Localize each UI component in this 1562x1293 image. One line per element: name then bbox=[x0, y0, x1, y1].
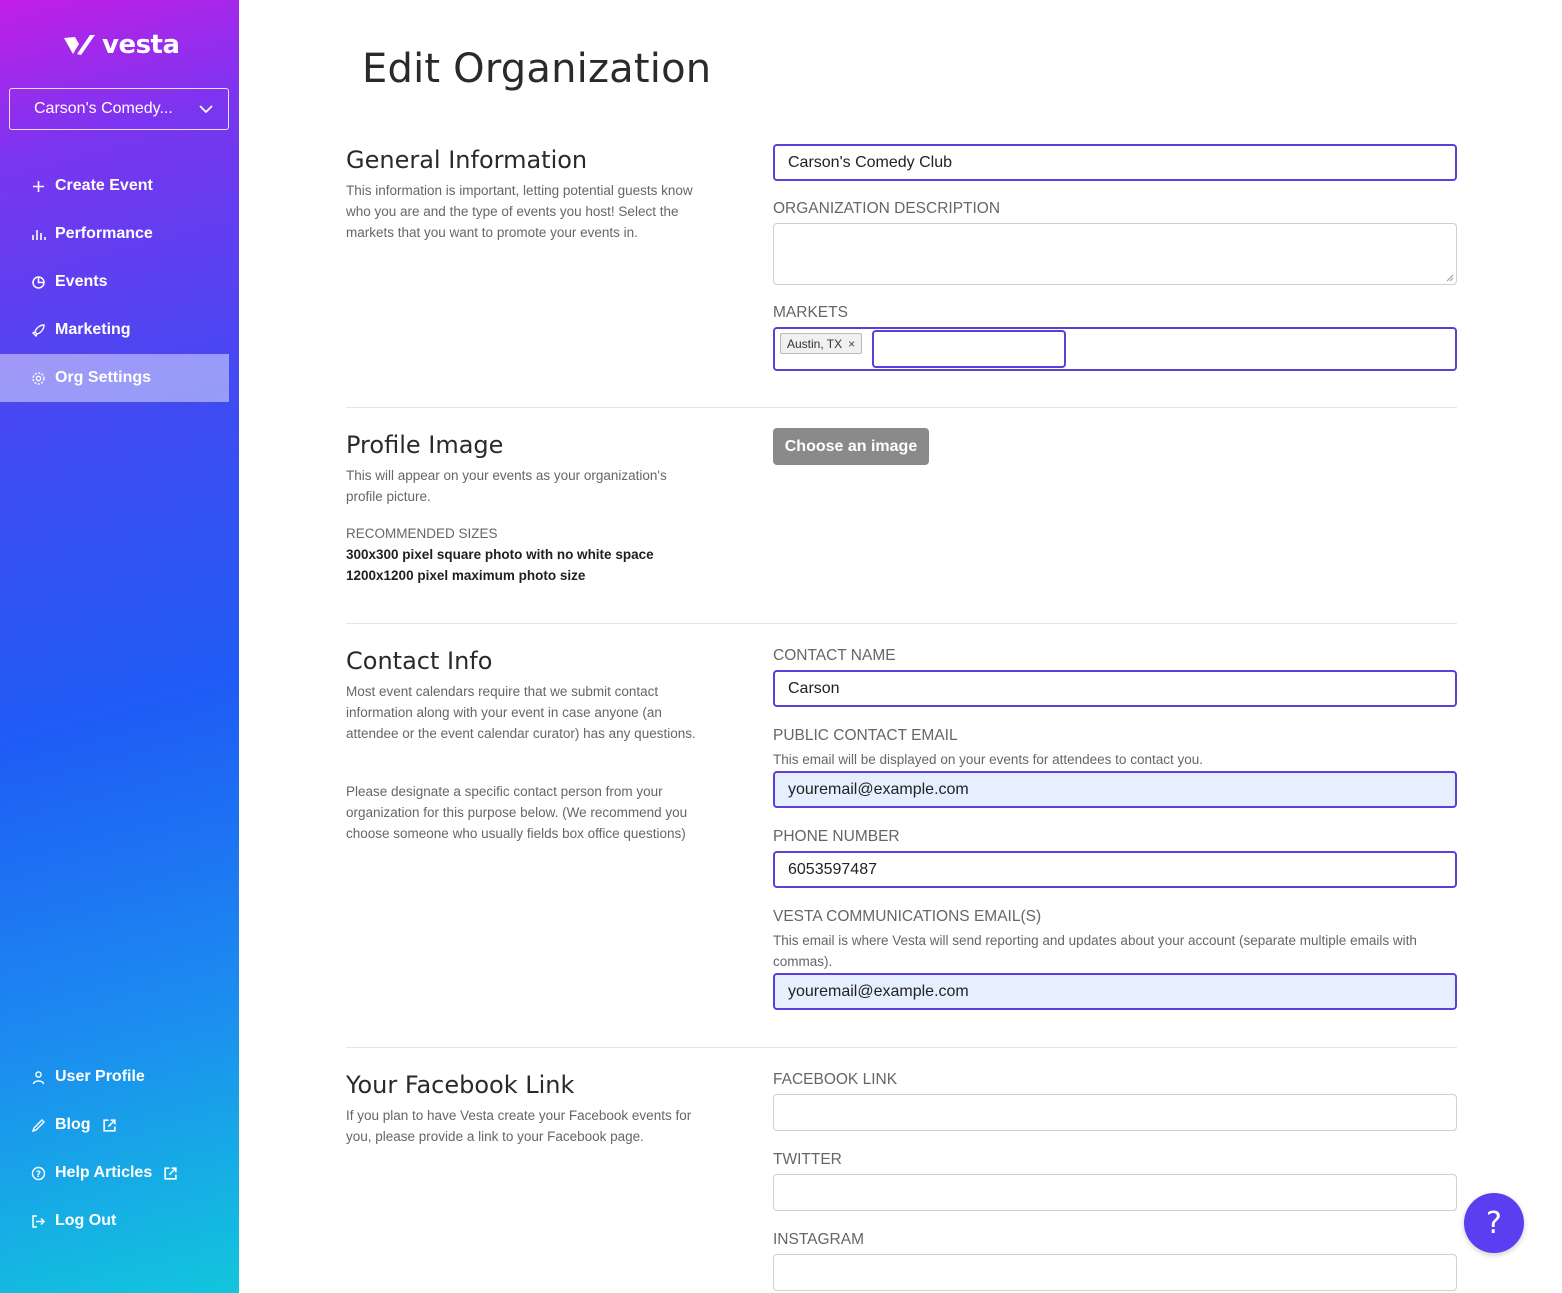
profile-image-description: This will appear on your events as your … bbox=[346, 468, 667, 504]
sidebar: vesta Carson's Comedy... Create Event Pe… bbox=[0, 0, 239, 1293]
recommended-size-line: 300x300 pixel square photo with no white… bbox=[346, 547, 654, 562]
nav-user-profile-label: User Profile bbox=[55, 1068, 145, 1085]
instagram-label: INSTAGRAM bbox=[773, 1231, 864, 1248]
profile-image-title: Profile Image bbox=[346, 431, 504, 459]
resize-grip-icon[interactable] bbox=[1446, 274, 1454, 282]
vesta-email-help: This email is where Vesta will send repo… bbox=[773, 933, 1417, 969]
contact-name-value: Carson bbox=[788, 679, 840, 697]
logo-text: vesta bbox=[102, 30, 180, 60]
contact-info-description: Most event calendars require that we sub… bbox=[346, 684, 696, 741]
vesta-email-value: youremail@example.com bbox=[788, 982, 969, 1000]
svg-text:?: ? bbox=[36, 1169, 41, 1179]
facebook-section-title: Your Facebook Link bbox=[346, 1071, 575, 1099]
organization-selector-label: Carson's Comedy... bbox=[34, 100, 173, 117]
public-email-input[interactable]: youremail@example.com bbox=[773, 771, 1457, 808]
page-title: Edit Organization bbox=[362, 46, 712, 92]
public-email-label: PUBLIC CONTACT EMAIL bbox=[773, 727, 958, 744]
chevron-down-icon bbox=[199, 105, 213, 114]
markets-tag-input[interactable]: Austin, TX × bbox=[773, 327, 1457, 371]
vesta-email-input[interactable]: youremail@example.com bbox=[773, 973, 1457, 1010]
instagram-input[interactable] bbox=[773, 1254, 1457, 1291]
section-divider bbox=[346, 1047, 1457, 1048]
nav-blog[interactable]: Blog bbox=[0, 1101, 239, 1149]
contact-name-label: CONTACT NAME bbox=[773, 647, 896, 664]
main-nav: Create Event Performance Events Marketin… bbox=[0, 162, 239, 402]
rocket-icon bbox=[31, 323, 45, 337]
section-divider bbox=[346, 623, 1457, 624]
user-icon bbox=[32, 1070, 45, 1084]
nav-org-settings[interactable]: Org Settings bbox=[0, 354, 229, 402]
tag-remove-icon[interactable]: × bbox=[848, 337, 855, 351]
nav-events[interactable]: Events bbox=[0, 258, 239, 306]
external-link-icon bbox=[102, 1118, 116, 1132]
vesta-logo[interactable]: vesta bbox=[62, 30, 180, 60]
nav-create-event[interactable]: Create Event bbox=[0, 162, 239, 210]
facebook-link-label: FACEBOOK LINK bbox=[773, 1071, 898, 1088]
markets-label: MARKETS bbox=[773, 304, 848, 321]
facebook-link-input[interactable] bbox=[773, 1094, 1457, 1131]
choose-image-button[interactable]: Choose an image bbox=[773, 428, 929, 465]
help-circle-icon: ? bbox=[31, 1166, 46, 1180]
nav-blog-label: Blog bbox=[55, 1116, 91, 1133]
org-description-textarea[interactable] bbox=[773, 223, 1457, 285]
secondary-nav: User Profile Blog ? Help Articles Log Ou… bbox=[0, 1053, 239, 1245]
pen-icon bbox=[31, 1118, 45, 1132]
org-description-label: ORGANIZATION DESCRIPTION bbox=[773, 200, 1001, 217]
main-content: Edit Organization General Information Th… bbox=[239, 0, 1562, 1293]
market-tag: Austin, TX × bbox=[780, 333, 863, 354]
organization-name-value: Carson's Comedy Club bbox=[788, 153, 953, 171]
help-chat-button[interactable]: ? bbox=[1464, 1193, 1524, 1253]
section-divider bbox=[346, 407, 1457, 408]
contact-info-description-2: Please designate a specific contact pers… bbox=[346, 784, 688, 841]
nav-log-out-label: Log Out bbox=[55, 1212, 117, 1229]
nav-marketing[interactable]: Marketing bbox=[0, 306, 239, 354]
logout-icon bbox=[32, 1214, 46, 1228]
bar-chart-icon bbox=[32, 229, 46, 240]
nav-performance[interactable]: Performance bbox=[0, 210, 239, 258]
general-info-description: This information is important, letting p… bbox=[346, 183, 693, 240]
question-mark-icon: ? bbox=[1486, 1205, 1502, 1241]
contact-info-title: Contact Info bbox=[346, 647, 493, 675]
pie-chart-icon bbox=[32, 275, 45, 289]
nav-user-profile[interactable]: User Profile bbox=[0, 1053, 239, 1101]
recommended-sizes-label: RECOMMENDED SIZES bbox=[346, 526, 498, 541]
organization-selector[interactable]: Carson's Comedy... bbox=[9, 88, 229, 130]
twitter-input[interactable] bbox=[773, 1174, 1457, 1211]
nav-help-articles[interactable]: ? Help Articles bbox=[0, 1149, 239, 1197]
phone-number-value: 6053597487 bbox=[788, 860, 877, 878]
contact-name-input[interactable]: Carson bbox=[773, 670, 1457, 707]
nav-log-out[interactable]: Log Out bbox=[0, 1197, 239, 1245]
public-email-help: This email will be displayed on your eve… bbox=[773, 752, 1203, 767]
phone-number-input[interactable]: 6053597487 bbox=[773, 851, 1457, 888]
vesta-email-label: VESTA COMMUNICATIONS EMAIL(S) bbox=[773, 908, 1042, 925]
recommended-size-line: 1200x1200 pixel maximum photo size bbox=[346, 568, 586, 583]
nav-performance-label: Performance bbox=[55, 225, 153, 242]
general-info-title: General Information bbox=[346, 146, 588, 174]
nav-create-event-label: Create Event bbox=[55, 177, 153, 194]
nav-events-label: Events bbox=[55, 273, 108, 290]
plus-icon bbox=[33, 180, 44, 192]
vesta-check-icon bbox=[64, 35, 95, 55]
phone-number-label: PHONE NUMBER bbox=[773, 828, 900, 845]
nav-help-articles-label: Help Articles bbox=[55, 1164, 153, 1181]
market-tag-label: Austin, TX bbox=[787, 336, 843, 351]
public-email-value: youremail@example.com bbox=[788, 780, 969, 798]
twitter-label: TWITTER bbox=[773, 1151, 842, 1168]
facebook-section-description: If you plan to have Vesta create your Fa… bbox=[346, 1108, 692, 1144]
external-link-icon bbox=[164, 1166, 177, 1180]
nav-marketing-label: Marketing bbox=[55, 321, 131, 338]
markets-search-input[interactable] bbox=[872, 330, 1066, 368]
gear-icon bbox=[32, 371, 45, 385]
nav-org-settings-label: Org Settings bbox=[55, 369, 152, 386]
organization-name-input[interactable]: Carson's Comedy Club bbox=[773, 144, 1457, 181]
